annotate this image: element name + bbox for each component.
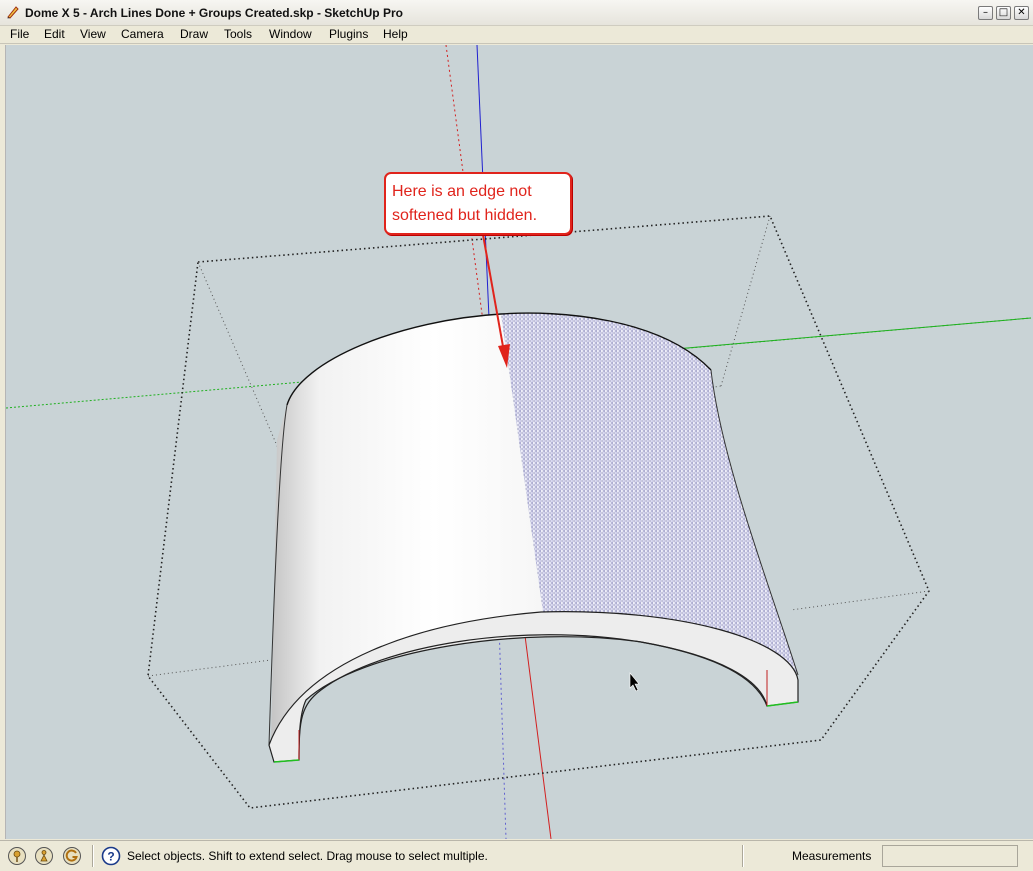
menu-help[interactable]: Help xyxy=(383,27,408,41)
measurements-label: Measurements xyxy=(792,849,872,863)
menu-plugins[interactable]: Plugins xyxy=(329,27,368,41)
geo-location-icon[interactable] xyxy=(7,846,27,866)
question-mark-icon[interactable]: ? xyxy=(101,846,121,866)
maximize-button[interactable]: □ xyxy=(996,6,1011,20)
title-bar: Dome X 5 - Arch Lines Done + Groups Crea… xyxy=(0,0,1033,26)
model-canvas xyxy=(6,45,1032,839)
measurements-field[interactable] xyxy=(882,845,1018,867)
google-sign-in-icon[interactable] xyxy=(62,846,82,866)
window-title: Dome X 5 - Arch Lines Done + Groups Crea… xyxy=(25,6,403,20)
status-bar: ? Select objects. Shift to extend select… xyxy=(0,840,1033,871)
menu-camera[interactable]: Camera xyxy=(121,27,164,41)
status-separator xyxy=(742,845,744,867)
svg-text:?: ? xyxy=(107,850,114,864)
red-axis xyxy=(522,619,552,839)
menu-draw[interactable]: Draw xyxy=(180,27,208,41)
credits-icon[interactable] xyxy=(34,846,54,866)
menu-window[interactable]: Window xyxy=(269,27,312,41)
callout-line-2: softened but hidden. xyxy=(392,207,538,224)
green-axis-solid xyxy=(640,317,1032,353)
status-message: Select objects. Shift to extend select. … xyxy=(127,849,488,863)
minimize-button[interactable]: – xyxy=(978,6,993,20)
menu-file[interactable]: File xyxy=(10,27,29,41)
menu-bar: File Edit View Camera Draw Tools Window … xyxy=(0,26,1033,44)
arch-left-face[interactable] xyxy=(271,314,543,745)
status-separator xyxy=(92,845,94,867)
menu-edit[interactable]: Edit xyxy=(44,27,65,41)
drawing-viewport[interactable]: Here is an edge not softened but hidden. xyxy=(5,45,1033,839)
close-button[interactable]: ✕ xyxy=(1014,6,1029,20)
menu-tools[interactable]: Tools xyxy=(224,27,252,41)
annotation-callout: Here is an edge not softened but hidden. xyxy=(384,172,572,235)
mouse-cursor-icon xyxy=(629,672,640,692)
sketchup-app-icon[interactable] xyxy=(6,5,20,19)
callout-line-1: Here is an edge not xyxy=(392,183,532,200)
menu-view[interactable]: View xyxy=(80,27,106,41)
